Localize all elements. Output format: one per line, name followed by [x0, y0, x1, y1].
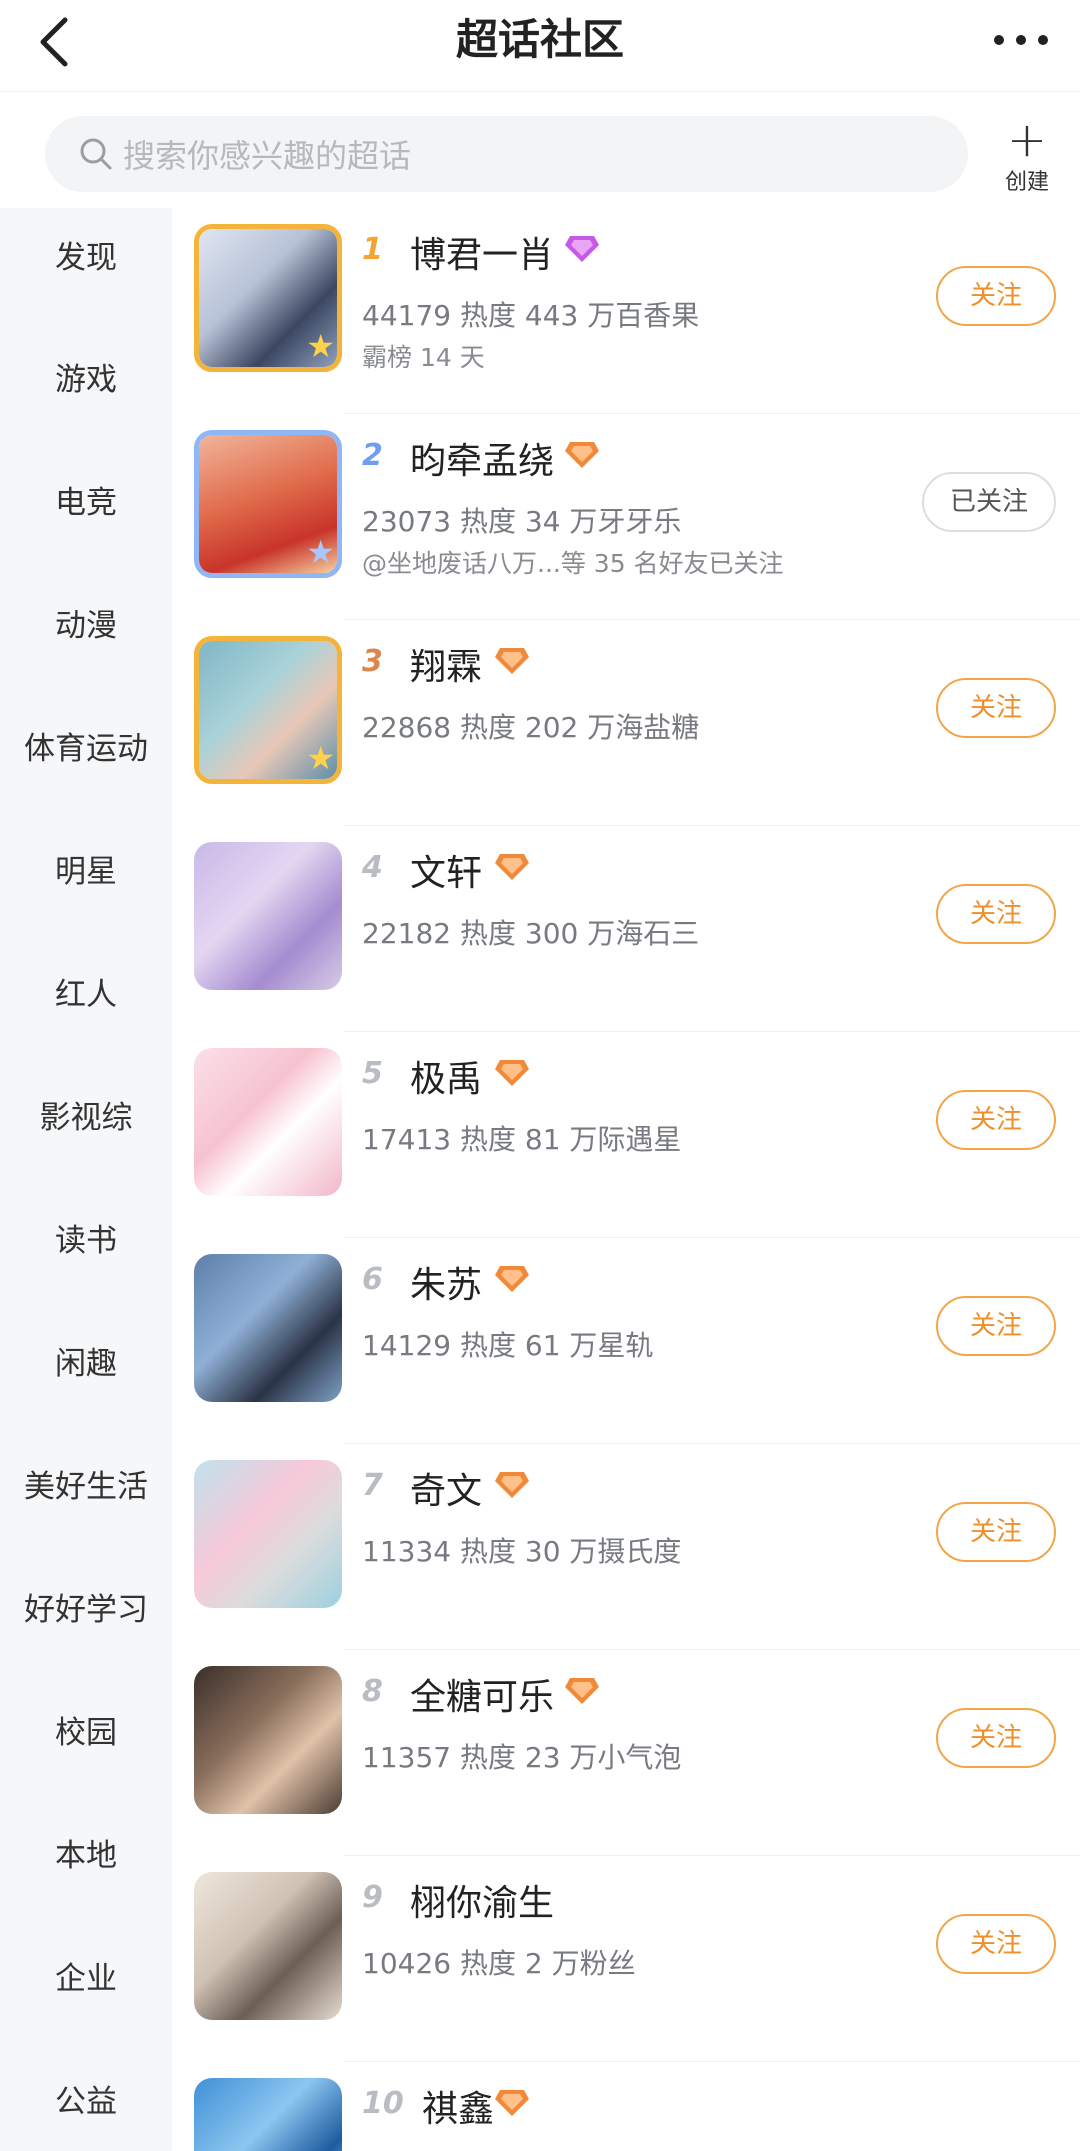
topic-thumbnail: ★ [194, 636, 342, 784]
following-button[interactable]: 已关注 [922, 472, 1056, 532]
rank-number: 5 [362, 1056, 383, 1091]
search-placeholder: 搜索你感兴趣的超话 [123, 137, 412, 175]
topic-thumbnail [194, 1872, 342, 2020]
topic-subtext: @坐地废话八万...等 35 名好友已关注 [362, 549, 784, 578]
topic-name: 博君一肖 [410, 235, 555, 276]
star-icon: ★ [306, 533, 335, 571]
topic-thumbnail [194, 1254, 342, 1402]
topic-row[interactable]: 5 极禹 17413 热度 81 万际遇星 关注 [172, 1032, 1080, 1238]
topic-row[interactable]: ★ 3 翔霖 22868 热度 202 万海盐糖 关注 [172, 620, 1080, 826]
topic-thumbnail: ★ [194, 224, 342, 372]
star-icon: ★ [306, 739, 335, 777]
sidebar-item-reading[interactable]: 读书 [0, 1211, 172, 1271]
sidebar-item-stars[interactable]: 明星 [0, 842, 172, 902]
orange-gem-icon [495, 854, 529, 880]
topic-name: 翔霖 [410, 647, 483, 688]
rank-number: 7 [362, 1468, 383, 1503]
topic-stats: 22182 热度 300 万海石三 [362, 917, 700, 950]
topic-name: 奇文 [410, 1471, 483, 1512]
topic-stats: 10426 热度 2 万粉丝 [362, 1947, 636, 1980]
search-input[interactable]: 搜索你感兴趣的超话 [45, 116, 968, 192]
sidebar-item-local[interactable]: 本地 [0, 1826, 172, 1886]
follow-button[interactable]: 关注 [936, 1090, 1056, 1150]
topic-name: 祺鑫 [422, 2089, 495, 2130]
follow-button[interactable]: 关注 [936, 678, 1056, 738]
topic-thumbnail [194, 842, 342, 990]
topic-stats: 17413 热度 81 万际遇星 [362, 1123, 682, 1156]
search-icon [80, 138, 112, 170]
sidebar-item-film-tv[interactable]: 影视综 [0, 1088, 172, 1148]
sidebar-item-good-life[interactable]: 美好生活 [0, 1457, 172, 1517]
topic-stats: 14129 热度 61 万星轨 [362, 1329, 654, 1362]
sidebar-item-games[interactable]: 游戏 [0, 350, 172, 410]
purple-gem-icon [565, 236, 599, 262]
sidebar-item-sports[interactable]: 体育运动 [0, 719, 172, 779]
topic-subtext: 霸榜 14 天 [362, 343, 485, 372]
plus-icon: + [1006, 112, 1048, 168]
orange-gem-icon [565, 442, 599, 468]
topic-stats: 44179 热度 443 万百香果 [362, 299, 700, 332]
create-button[interactable]: + 创建 [994, 112, 1060, 195]
rank-number: 10 [362, 2086, 404, 2121]
more-options-button[interactable] [986, 16, 1056, 64]
follow-button[interactable]: 关注 [936, 1296, 1056, 1356]
topic-stats: 22868 热度 202 万海盐糖 [362, 711, 700, 744]
follow-button[interactable]: 关注 [936, 1914, 1056, 1974]
create-label: 创建 [1004, 170, 1049, 195]
topic-name: 极禹 [410, 1059, 483, 1100]
orange-gem-icon [495, 1266, 529, 1292]
follow-button[interactable]: 关注 [936, 266, 1056, 326]
sidebar-item-campus[interactable]: 校园 [0, 1703, 172, 1763]
orange-gem-icon [565, 1678, 599, 1704]
rank-number: 6 [362, 1262, 383, 1297]
star-icon: ★ [306, 327, 335, 365]
follow-button[interactable]: 关注 [936, 884, 1056, 944]
rank-number: 1 [362, 232, 383, 267]
orange-gem-icon [495, 648, 529, 674]
topic-row[interactable]: ★ 1 博君一肖 44179 热度 443 万百香果 霸榜 14 天 关注 [172, 208, 1080, 414]
topic-thumbnail [194, 2078, 342, 2151]
topic-name: 栩你渝生 [410, 1883, 555, 1924]
topic-row[interactable]: 4 文轩 22182 热度 300 万海石三 关注 [172, 826, 1080, 1032]
sidebar-item-charity[interactable]: 公益 [0, 2072, 172, 2132]
topic-thumbnail [194, 1048, 342, 1196]
topic-row[interactable]: 9 栩你渝生 10426 热度 2 万粉丝 关注 [172, 1856, 1080, 2062]
rank-number: 9 [362, 1880, 383, 1915]
sidebar-item-study[interactable]: 好好学习 [0, 1580, 172, 1640]
follow-button[interactable]: 关注 [936, 1502, 1056, 1562]
rank-number: 2 [362, 438, 383, 473]
orange-gem-icon [495, 2090, 529, 2116]
sidebar-item-anime[interactable]: 动漫 [0, 596, 172, 656]
top-bar: 超话社区 [0, 0, 1080, 92]
rank-number: 4 [362, 850, 383, 885]
topic-thumbnail: ★ [194, 430, 342, 578]
topic-stats: 11357 热度 23 万小气泡 [362, 1741, 682, 1774]
topic-name: 全糖可乐 [410, 1677, 555, 1718]
orange-gem-icon [495, 1060, 529, 1086]
category-sidebar: 发现 游戏 电竞 动漫 体育运动 明星 红人 影视综 读书 闲趣 美好生活 好好… [0, 208, 172, 2151]
rank-number: 3 [362, 644, 383, 679]
topic-name: 朱苏 [410, 1265, 483, 1306]
sidebar-item-leisure[interactable]: 闲趣 [0, 1334, 172, 1394]
topic-stats: 23073 热度 34 万牙牙乐 [362, 505, 682, 538]
more-dots-icon [994, 35, 1048, 45]
sidebar-item-enterprise[interactable]: 企业 [0, 1949, 172, 2009]
orange-gem-icon [495, 1472, 529, 1498]
sidebar-item-influencers[interactable]: 红人 [0, 965, 172, 1025]
page-title: 超话社区 [455, 15, 624, 64]
topic-thumbnail [194, 1460, 342, 1608]
sidebar-item-esports[interactable]: 电竞 [0, 473, 172, 533]
rank-number: 8 [362, 1674, 383, 1709]
sidebar-item-discover[interactable]: 发现 [0, 228, 172, 288]
follow-button[interactable]: 关注 [936, 1708, 1056, 1768]
topic-row[interactable]: 7 奇文 11334 热度 30 万摄氏度 关注 [172, 1444, 1080, 1650]
topic-row[interactable]: 6 朱苏 14129 热度 61 万星轨 关注 [172, 1238, 1080, 1444]
topic-row[interactable]: 10 祺鑫 [172, 2062, 1080, 2151]
topic-row[interactable]: 8 全糖可乐 11357 热度 23 万小气泡 关注 [172, 1650, 1080, 1856]
topic-row[interactable]: ★ 2 昀牵孟绕 23073 热度 34 万牙牙乐 @坐地废话八万...等 35… [172, 414, 1080, 620]
topic-thumbnail [194, 1666, 342, 1814]
topic-stats: 11334 热度 30 万摄氏度 [362, 1535, 682, 1568]
topic-name: 昀牵孟绕 [410, 441, 555, 482]
topic-name: 文轩 [410, 853, 483, 894]
